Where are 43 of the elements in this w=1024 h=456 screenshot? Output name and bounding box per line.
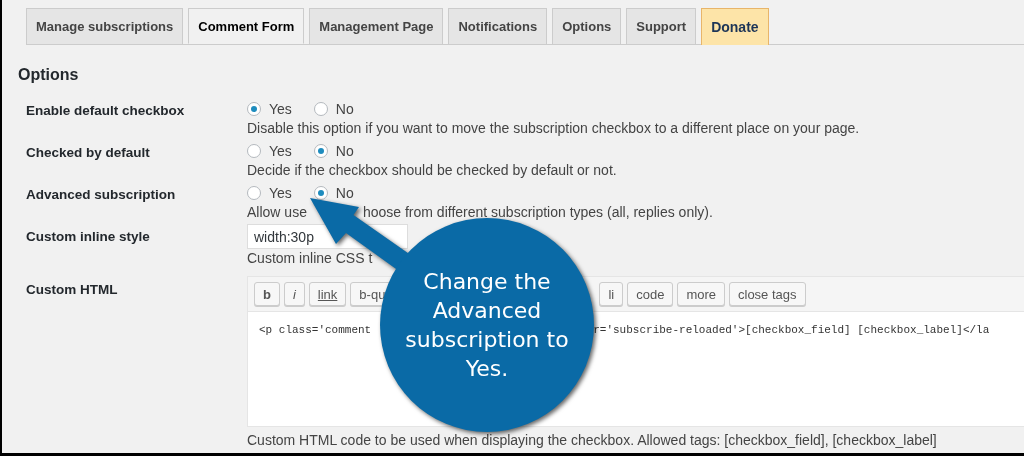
tab[interactable]: Options <box>552 8 622 44</box>
help-text: Custom inline CSS t <box>247 250 373 266</box>
code-text: <p class='comment <box>259 324 372 338</box>
tab[interactable]: Support <box>626 8 697 44</box>
help-text: Custom HTML code to be used when displaying the checkbox. Allowed tags: [checkbox_field], [checkbox_label] <box>247 432 937 448</box>
radio-label[interactable]: No <box>335 101 354 117</box>
toolbar-button[interactable]: close tags <box>729 282 806 306</box>
radio-button[interactable] <box>247 102 261 116</box>
setting-label: Custom inline style <box>25 228 151 246</box>
radio-button[interactable] <box>313 186 328 200</box>
radio-button[interactable] <box>313 102 328 116</box>
callout-text: Yes. <box>465 355 509 383</box>
donate-button[interactable]: Donate <box>701 8 769 45</box>
radio-button[interactable] <box>313 144 328 158</box>
radio-label[interactable]: Yes <box>269 143 292 159</box>
radio-label[interactable]: Yes <box>269 185 292 201</box>
radio-label[interactable]: No <box>335 185 354 201</box>
help-text: hoose from different subscription types (all, replies only). <box>362 204 713 220</box>
help-text: Allow use <box>247 204 307 220</box>
tab[interactable]: Management Page <box>309 8 444 44</box>
callout-text: subscription to <box>405 326 569 354</box>
tab[interactable]: Comment Form <box>188 8 305 44</box>
setting-label: Enable default checkbox <box>25 102 186 120</box>
toolbar-button[interactable]: li <box>599 282 624 306</box>
radio-label[interactable]: No <box>335 143 354 159</box>
setting-label: Checked by default <box>25 144 151 162</box>
setting-label: Advanced subscription <box>25 186 177 204</box>
tab[interactable]: Manage subscriptions <box>26 8 184 44</box>
toolbar-button[interactable]: b <box>254 282 280 306</box>
setting-label: Custom HTML <box>25 281 119 299</box>
toolbar-button[interactable]: more <box>677 282 725 306</box>
section-title: Options <box>18 65 80 85</box>
radio-button[interactable] <box>247 186 261 200</box>
tab[interactable]: Notifications <box>448 8 548 44</box>
code-text: r='subscribe-reloaded'>[checkbox_field] [checkbox_label]</la <box>593 324 990 338</box>
radio-button[interactable] <box>247 144 261 158</box>
toolbar-button[interactable]: link <box>308 282 347 306</box>
toolbar-button[interactable]: i <box>283 282 305 306</box>
help-text: Disable this option if you want to move the subscription checkbox to a different place on your page. <box>247 120 860 136</box>
radio-label[interactable]: Yes <box>269 101 292 117</box>
help-text: Decide if the checkbox should be checked by default or not. <box>247 162 617 178</box>
callout-text: Change the <box>423 268 551 296</box>
toolbar-button[interactable]: code <box>627 282 674 306</box>
